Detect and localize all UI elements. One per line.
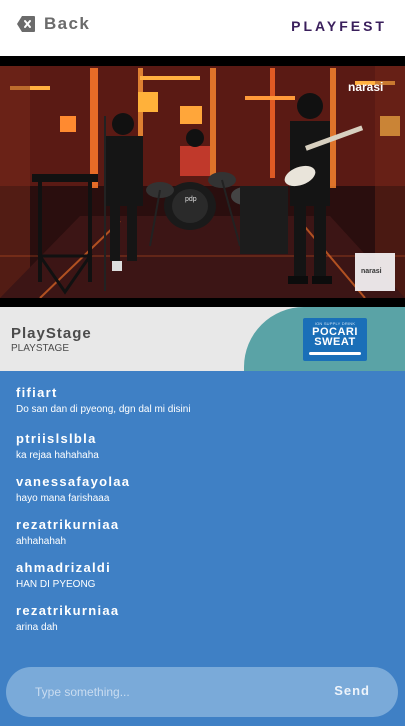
chat-username: ahmadrizaldi [16, 560, 112, 575]
chat-message: rezatrikurniaa ahhahahah [16, 517, 119, 547]
drum-logo: pdp [185, 196, 197, 203]
chat-text: ka rejaa hahahaha [16, 450, 99, 461]
back-arrow-icon [16, 15, 36, 33]
chat-text: HAN DI PYEONG [16, 579, 96, 590]
chat-username: ptriislslbla [16, 431, 97, 446]
chat-message: fifiart Do san dan di pyeong, dgn dal mi… [16, 385, 191, 415]
brand-logo: PLAYFEST [291, 18, 387, 34]
sponsor-name: POCARI SWEAT [303, 327, 367, 348]
stage-info-bar: PlayStage PLAYSTAGE ION SUPPLY DRINK POC… [0, 307, 405, 371]
chat-username: fifiart [16, 385, 58, 400]
chat-message: vanessafayolaa hayo mana farishaaa [16, 474, 130, 504]
stage-title: PlayStage [11, 325, 92, 342]
composer-bar: Send [6, 667, 398, 717]
sponsor-logo: ION SUPPLY DRINK POCARI SWEAT [303, 318, 367, 361]
chat-message: ahmadrizaldi HAN DI PYEONG [16, 560, 111, 590]
stage-subtitle: PLAYSTAGE [11, 343, 69, 354]
chat-input[interactable] [35, 684, 295, 700]
chat-text: arina dah [16, 622, 58, 633]
chat-text: ahhahahah [16, 536, 67, 547]
video-watermark: narasi [348, 80, 384, 94]
send-button[interactable]: Send [334, 683, 370, 698]
video-player[interactable]: narasi narasi pdp [0, 56, 405, 307]
back-button[interactable]: Back [16, 14, 90, 34]
chat-username: rezatrikurniaa [16, 517, 120, 532]
chat-message: rezatrikurniaa arina dah [16, 603, 119, 633]
sponsor-swoosh [309, 352, 361, 355]
sponsor-name-line-2: SWEAT [314, 336, 356, 348]
video-corner-logo: narasi [361, 268, 382, 275]
chat-text: hayo mana farishaaa [16, 493, 110, 504]
stage-scene [0, 56, 405, 307]
back-label: Back [44, 14, 91, 33]
chat-username: rezatrikurniaa [16, 603, 120, 618]
chat-username: vanessafayolaa [16, 474, 131, 489]
top-bar: Back PLAYFEST [0, 0, 405, 56]
chat-message: ptriislslbla ka rejaa hahahaha [16, 431, 99, 461]
chat-text: Do san dan di pyeong, dgn dal mi disini [16, 404, 191, 415]
